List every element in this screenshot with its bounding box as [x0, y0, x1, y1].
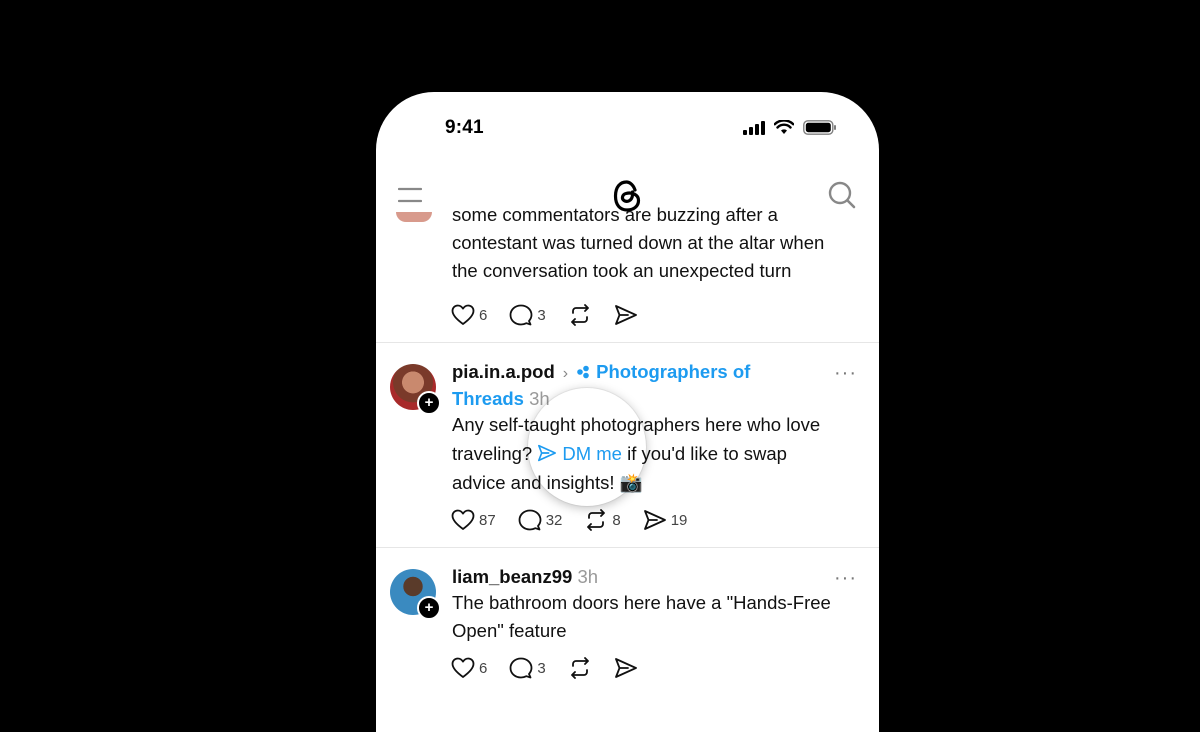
heart-icon [451, 657, 475, 678]
post-text-fragment: traveling? [452, 443, 538, 464]
community-icon [576, 359, 590, 387]
dm-me-link[interactable]: DM me [537, 443, 622, 464]
reply-count: 32 [545, 511, 563, 529]
community-link[interactable]: Threads [452, 388, 524, 409]
more-options-icon[interactable]: ··· [834, 363, 857, 383]
post-text-line: some commentators are buzzing after a [452, 204, 778, 225]
status-time: 9:41 [445, 117, 484, 138]
comment-icon [518, 509, 542, 531]
like-button[interactable]: 6 [451, 304, 487, 326]
reply-count: 3 [537, 306, 546, 324]
post-text: some commentators are buzzing after a co… [452, 204, 862, 285]
like-count: 87 [479, 511, 496, 529]
share-count: 19 [670, 511, 688, 529]
follow-plus-icon[interactable]: + [417, 391, 441, 415]
heart-icon [451, 509, 475, 530]
send-icon [538, 444, 557, 462]
dm-me-label: DM me [562, 443, 622, 464]
send-icon [614, 305, 637, 325]
send-icon [643, 510, 666, 530]
follow-plus-icon[interactable]: + [417, 596, 441, 620]
share-button[interactable] [614, 657, 638, 679]
post-text: The bathroom doors here have a "Hands-Fr… [452, 589, 862, 645]
username[interactable]: liam_beanz99 [452, 566, 572, 587]
like-count: 6 [479, 306, 488, 324]
divider [376, 342, 879, 343]
post-text-line: Any self-taught photographers here who l… [452, 414, 821, 435]
battery-icon [803, 120, 836, 135]
reply-button[interactable]: 32 [518, 509, 563, 531]
repost-icon [587, 509, 606, 531]
divider [376, 547, 879, 548]
chevron-right-icon: › [562, 365, 569, 382]
heart-icon [451, 304, 475, 325]
timestamp: 3h [529, 388, 550, 409]
username[interactable]: pia.in.a.pod [452, 361, 555, 382]
status-bar: 9:41 [376, 92, 879, 162]
post-text-line: the conversation took an unexpected turn [452, 260, 792, 281]
repost-icon [570, 304, 589, 326]
post-text-fragment: if you'd like to swap [621, 443, 787, 464]
post-header: pia.in.a.pod › Photographers of [452, 358, 750, 388]
send-icon [614, 658, 637, 678]
post-text-line: The bathroom doors here have a "Hands-Fr… [452, 592, 831, 613]
community-link[interactable]: Photographers of [596, 361, 750, 382]
share-button[interactable] [614, 304, 638, 326]
post-text-line: contestant was turned down at the altar … [452, 232, 825, 253]
repost-icon [570, 657, 589, 679]
post-text-line: Open" feature [452, 620, 567, 641]
more-options-icon[interactable]: ··· [834, 568, 857, 588]
wifi-icon [774, 120, 794, 134]
avatar[interactable] [396, 212, 432, 222]
repost-count: 8 [612, 511, 621, 529]
comment-icon [509, 304, 533, 326]
post-text: Any self-taught photographers here who l… [452, 411, 862, 497]
phone-screen: 9:41 some commentators are buzzing after… [376, 92, 879, 732]
like-button[interactable]: 6 [451, 657, 487, 679]
post-text-line: advice and insights! 📸 [452, 472, 643, 493]
reply-button[interactable]: 3 [509, 304, 546, 326]
post-header: liam_beanz99 3h [452, 563, 598, 591]
repost-button[interactable]: 8 [584, 509, 621, 531]
action-row: 6 3 [451, 657, 660, 679]
repost-button[interactable] [568, 657, 592, 679]
reply-button[interactable]: 3 [509, 657, 546, 679]
post-header-line2: Threads 3h [452, 385, 550, 413]
timestamp: 3h [577, 566, 599, 587]
comment-icon [509, 657, 533, 679]
hamburger-icon[interactable] [398, 184, 422, 204]
repost-button[interactable] [568, 304, 592, 326]
post-text-line: traveling? DM me if you'd like to swap [452, 440, 862, 468]
share-button[interactable]: 19 [643, 509, 688, 531]
status-icons [743, 120, 837, 135]
like-button[interactable]: 87 [451, 509, 496, 531]
signal-icon [743, 120, 765, 135]
reply-count: 3 [537, 659, 546, 677]
like-count: 6 [479, 659, 488, 677]
action-row: 6 3 [451, 304, 660, 326]
action-row: 87 32 8 19 [451, 509, 709, 531]
